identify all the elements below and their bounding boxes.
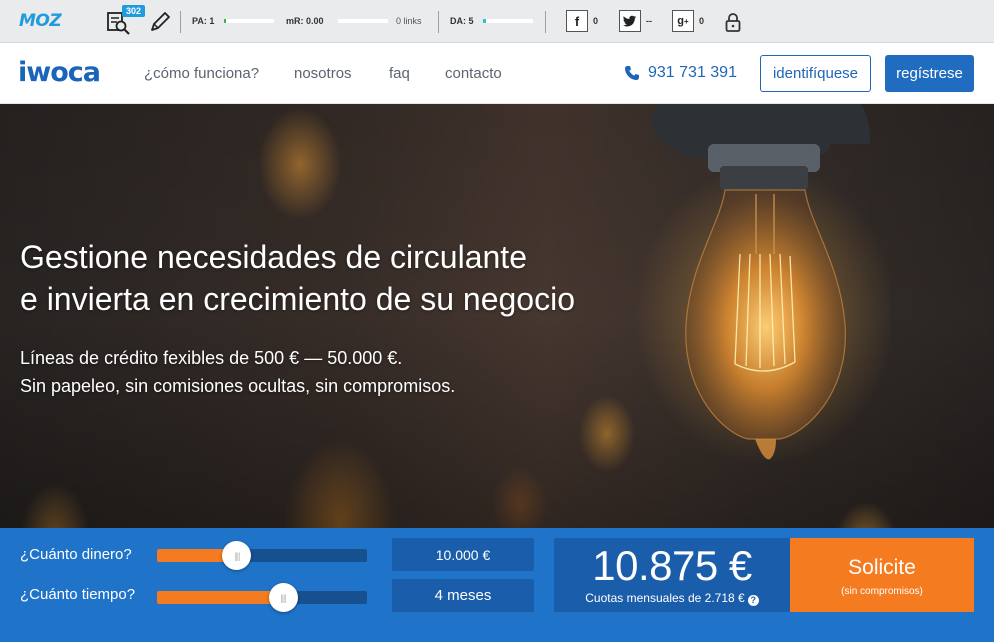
pencil-icon[interactable] bbox=[147, 9, 173, 35]
apply-button[interactable]: Solicite (sin compromisos) bbox=[790, 538, 974, 612]
twitter-icon[interactable] bbox=[619, 10, 641, 32]
apply-button-label: Solicite bbox=[848, 556, 916, 579]
site-header: iwoca ¿cómo funciona? nosotros faq conta… bbox=[0, 43, 994, 104]
notification-badge: 302 bbox=[122, 5, 146, 17]
loan-calculator: ¿Cuánto dinero? |||| 10.000 € ¿Cuánto ti… bbox=[0, 528, 994, 642]
facebook-icon[interactable]: f bbox=[566, 10, 588, 32]
moz-toolbar: MOZ 302 PA: 1 mR: 0.00 0 links DA: 5 f 0… bbox=[0, 0, 994, 43]
amount-slider[interactable]: |||| bbox=[157, 541, 367, 570]
signup-button[interactable]: regístrese bbox=[885, 55, 974, 92]
pa-bar-fill bbox=[224, 19, 226, 23]
light-bulb-image bbox=[635, 104, 890, 464]
time-label: ¿Cuánto tiempo? bbox=[20, 586, 136, 603]
time-slider-fill bbox=[157, 591, 283, 604]
hero-subtitle: Líneas de crédito fexibles de 500 € — 50… bbox=[20, 344, 455, 400]
amount-label: ¿Cuánto dinero? bbox=[20, 546, 132, 563]
mr-bar bbox=[338, 19, 388, 23]
iwoca-logo[interactable]: iwoca bbox=[18, 57, 101, 88]
total-amount: 10.875 € bbox=[592, 542, 752, 589]
phone-link[interactable]: 931 731 391 bbox=[624, 64, 737, 82]
da-bar bbox=[483, 19, 533, 23]
twitter-count: -- bbox=[646, 16, 652, 26]
nav-nosotros[interactable]: nosotros bbox=[294, 65, 352, 82]
google-plus-count: 0 bbox=[699, 16, 705, 26]
lock-icon[interactable] bbox=[724, 12, 742, 32]
toolbar-divider bbox=[545, 11, 546, 33]
facebook-count: 0 bbox=[593, 16, 599, 26]
nav-como-funciona[interactable]: ¿cómo funciona? bbox=[144, 65, 259, 82]
pa-bar bbox=[224, 19, 274, 23]
moz-logo[interactable]: MOZ bbox=[19, 11, 62, 31]
help-icon[interactable]: ? bbox=[747, 595, 759, 606]
links-count: 0 links bbox=[396, 16, 422, 26]
da-bar-fill bbox=[483, 19, 486, 23]
monthly-payment-text: Cuotas mensuales de 2.718 € bbox=[585, 591, 745, 605]
apply-button-sublabel: (sin compromisos) bbox=[841, 586, 923, 597]
hero-subtitle-line: Líneas de crédito fexibles de 500 € — 50… bbox=[20, 348, 403, 368]
hero-title-line: e invierta en crecimiento de su negocio bbox=[20, 281, 575, 317]
google-plus-icon[interactable]: g + bbox=[672, 10, 694, 32]
time-value[interactable]: 4 meses bbox=[392, 579, 534, 612]
mr-label: mR: 0.00 bbox=[286, 16, 324, 26]
time-slider[interactable]: |||| bbox=[157, 583, 367, 612]
toolbar-divider bbox=[438, 11, 439, 33]
da-label: DA: 5 bbox=[450, 16, 474, 26]
nav-contacto[interactable]: contacto bbox=[445, 65, 502, 82]
phone-icon bbox=[625, 66, 639, 80]
nav-faq[interactable]: faq bbox=[389, 65, 410, 82]
hero-title-line: Gestione necesidades de circulante bbox=[20, 239, 527, 275]
logo-text: iwoca bbox=[18, 57, 101, 88]
hero-banner: Gestione necesidades de circulante e inv… bbox=[0, 104, 994, 528]
phone-number: 931 731 391 bbox=[648, 64, 737, 81]
amount-slider-handle[interactable]: |||| bbox=[222, 541, 252, 570]
hero-title: Gestione necesidades de circulante e inv… bbox=[20, 236, 575, 320]
hero-subtitle-line: Sin papeleo, sin comisiones ocultas, sin… bbox=[20, 376, 456, 396]
login-button[interactable]: identifíquese bbox=[760, 55, 871, 92]
monthly-payment: Cuotas mensuales de 2.718 €? bbox=[554, 591, 790, 606]
toolbar-divider bbox=[180, 11, 181, 33]
time-slider-handle[interactable]: |||| bbox=[268, 583, 298, 612]
total-box: 10.875 € Cuotas mensuales de 2.718 €? bbox=[554, 538, 790, 612]
pa-label: PA: 1 bbox=[192, 16, 215, 26]
amount-value[interactable]: 10.000 € bbox=[392, 538, 534, 571]
